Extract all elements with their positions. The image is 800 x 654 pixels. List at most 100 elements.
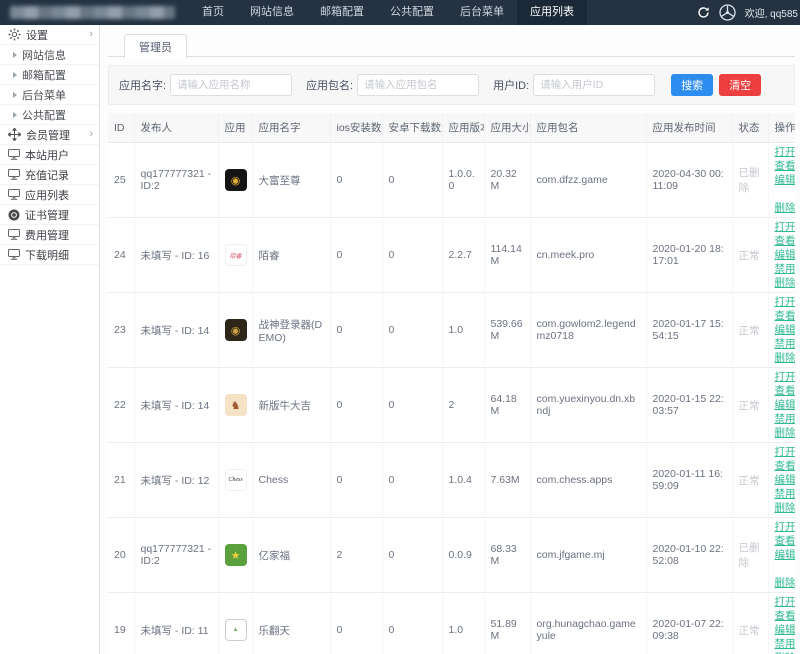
sidebar-item-email-config[interactable]: 邮箱配置 — [0, 65, 99, 85]
sidebar-item-backend-menu[interactable]: 后台菜单 — [0, 85, 99, 105]
action-delete[interactable]: 删除 — [775, 276, 796, 290]
action-disable[interactable]: 禁用 — [775, 337, 796, 351]
tab-admin[interactable]: 管理员 — [124, 34, 187, 59]
status-badge: 正常 — [738, 624, 760, 637]
action-edit[interactable]: 编辑 — [775, 398, 796, 412]
sidebar-item-label: 公共配置 — [22, 109, 66, 122]
sidebar-item-local-users[interactable]: 本站用户 — [0, 145, 99, 165]
cell-actions: 打开链接查看UDID编辑禁用删除 — [768, 367, 796, 443]
cell-id: 21 — [108, 442, 135, 518]
nav-item-site-info[interactable]: 网站信息 — [237, 0, 307, 25]
table-row: 19 未填写 - ID: 11 ▲ 乐翻天 0 0 1.0 51.89M org.hunagch… — [108, 592, 796, 654]
action-delete[interactable]: 删除 — [775, 576, 796, 590]
action-delete[interactable]: 删除 — [775, 201, 796, 215]
action-edit[interactable]: 编辑 — [775, 623, 796, 637]
move-icon — [8, 128, 21, 141]
sidebar-item-public-config[interactable]: 公共配置 — [0, 105, 99, 125]
action-delete[interactable]: 删除 — [775, 426, 796, 440]
nav-item-email-config[interactable]: 邮箱配置 — [307, 0, 377, 25]
status-badge: 已删除 — [738, 542, 760, 569]
action-open-link[interactable]: 打开链接 — [775, 220, 796, 234]
action-edit[interactable]: 编辑 — [775, 173, 796, 187]
cell-id: 25 — [108, 142, 135, 218]
action-view-udid[interactable]: 查看UDID — [775, 159, 796, 173]
action-open-link[interactable]: 打开链接 — [775, 145, 796, 159]
cell-publish-time: 2020-01-10 22:52:08 — [646, 517, 733, 593]
action-view-udid[interactable]: 查看UDID — [775, 459, 796, 473]
cell-actions: 打开链接查看UDID编辑删除 — [768, 517, 796, 593]
nav-item-public-config[interactable]: 公共配置 — [377, 0, 447, 25]
triangle-bullet-icon — [13, 51, 17, 58]
status-badge: 正常 — [738, 399, 760, 412]
sidebar-item-member-management[interactable]: 会员管理 › — [0, 125, 99, 145]
monitor-icon — [8, 149, 20, 160]
action-open-link[interactable]: 打开链接 — [775, 595, 796, 609]
clear-button[interactable]: 清空 — [719, 74, 762, 96]
action-open-link[interactable]: 打开链接 — [775, 520, 796, 534]
cell-ios-installs: 0 — [330, 592, 383, 654]
user-id-input[interactable] — [533, 74, 656, 96]
sidebar-item-label: 会员管理 — [26, 129, 70, 142]
action-disable[interactable]: 禁用 — [775, 412, 796, 426]
action-delete[interactable]: 删除 — [775, 351, 796, 365]
navbar-right: 欢迎, qq585 — [697, 4, 800, 21]
column-header-2: 应用 — [218, 113, 253, 143]
cell-actions: 打开链接查看UDID编辑禁用删除 — [768, 442, 796, 518]
action-view-udid[interactable]: 查看UDID — [775, 534, 796, 548]
action-edit[interactable]: 编辑 — [775, 248, 796, 262]
action-open-link[interactable]: 打开链接 — [775, 295, 796, 309]
sidebar-item-fee-management[interactable]: 费用管理 — [0, 225, 99, 245]
cell-publish-time: 2020-01-11 16:59:09 — [646, 442, 733, 518]
refresh-icon[interactable] — [697, 6, 710, 19]
cell-id: 20 — [108, 517, 135, 593]
sidebar-item-download-details[interactable]: 下载明细 — [0, 245, 99, 265]
sidebar-item-certificate-management[interactable]: 证书管理 — [0, 205, 99, 225]
app-name-input[interactable] — [170, 74, 293, 96]
avatar-icon[interactable] — [718, 4, 736, 21]
action-edit[interactable]: 编辑 — [775, 548, 796, 562]
action-delete[interactable]: 删除 — [775, 501, 796, 515]
column-header-7: 应用大小 — [484, 113, 531, 143]
status-badge: 正常 — [738, 324, 760, 337]
cell-android-downloads: 0 — [382, 517, 443, 593]
sidebar-item-site-info[interactable]: 网站信息 — [0, 45, 99, 65]
sidebar-item-label: 本站用户 — [25, 149, 69, 162]
badge-icon — [8, 209, 20, 221]
welcome-text: 欢迎, qq585 — [744, 9, 798, 20]
action-disable[interactable]: 禁用 — [775, 262, 796, 276]
cell-status: 正常 — [732, 292, 769, 368]
action-edit[interactable]: 编辑 — [775, 473, 796, 487]
sidebar-item-recharge-records[interactable]: 充值记录 — [0, 165, 99, 185]
action-open-link[interactable]: 打开链接 — [775, 370, 796, 384]
action-open-link[interactable]: 打开链接 — [775, 445, 796, 459]
user-id-label: 用户ID: — [493, 80, 530, 92]
nav-item-home[interactable]: 首页 — [189, 0, 237, 25]
cell-publish-time: 2020-04-30 00:11:09 — [646, 142, 733, 218]
action-view-udid[interactable]: 查看UDID — [775, 609, 796, 623]
cell-package: com.jfgame.mj — [530, 517, 647, 593]
action-disable[interactable]: 禁用 — [775, 487, 796, 501]
cell-actions: 打开链接查看UDID编辑禁用删除 — [768, 292, 796, 368]
app-package-input[interactable] — [357, 74, 480, 96]
action-edit[interactable]: 编辑 — [775, 323, 796, 337]
action-disable[interactable]: 禁用 — [775, 637, 796, 651]
sidebar-item-app-list[interactable]: 应用列表 — [0, 185, 99, 205]
cell-android-downloads: 0 — [382, 292, 443, 368]
sidebar-item-settings[interactable]: 设置 › — [0, 25, 99, 45]
cell-version: 0.0.9 — [442, 517, 485, 593]
action-view-udid[interactable]: 查看UDID — [775, 309, 796, 323]
action-gap — [775, 562, 796, 576]
column-header-8: 应用包名 — [530, 113, 647, 143]
cell-size: 114.14M — [484, 217, 531, 293]
search-button[interactable]: 搜索 — [671, 74, 714, 96]
cell-package: com.dfzz.game — [530, 142, 647, 218]
action-view-udid[interactable]: 查看UDID — [775, 234, 796, 248]
nav-item-backend-menu[interactable]: 后台菜单 — [447, 0, 517, 25]
sidebar: 设置 › 网站信息 邮箱配置 后台菜单公共配置会员管理 › 本站用户充值记录 应用列表 证书管理… — [0, 25, 100, 654]
column-header-10: 状态 — [732, 113, 769, 143]
cell-version: 1.0.0.0 — [442, 142, 485, 218]
action-view-udid[interactable]: 查看UDID — [775, 384, 796, 398]
cell-version: 1.0.4 — [442, 442, 485, 518]
nav-item-app-list[interactable]: 应用列表 — [517, 0, 587, 25]
app-icon: ◉ — [224, 319, 247, 341]
